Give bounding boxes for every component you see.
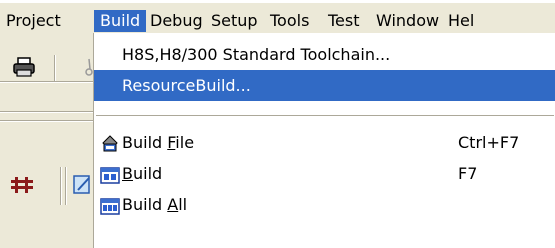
menu-item-label: Build [122, 164, 163, 183]
build-file-icon [100, 133, 120, 153]
menu-debug[interactable]: Debug [144, 10, 209, 32]
menu-item-label: H8S,H8/300 Standard Toolchain... [122, 45, 391, 64]
toolbar-separator-highlight [55, 55, 56, 81]
menu-build[interactable]: Build [94, 10, 147, 32]
menu-item-label: ResourceBuild... [122, 76, 251, 95]
menu-tools[interactable]: Tools [264, 10, 315, 32]
menu-item-build-file[interactable]: Build File Ctrl+F7 [94, 127, 555, 158]
toolbar-tool-icon[interactable] [10, 176, 34, 200]
menu-item-label: Build File [122, 133, 195, 152]
menu-separator [96, 115, 554, 116]
menu-bar: Project Build Debug Setup Tools Test Win… [0, 0, 555, 33]
toolbar-edit-icon[interactable] [72, 174, 93, 200]
menu-item-shortcut: F7 [458, 164, 478, 183]
build-all-icon [100, 195, 120, 215]
menu-project[interactable]: Project [0, 10, 67, 32]
menu-item-build[interactable]: Build F7 [94, 158, 555, 189]
menu-window[interactable]: Window [370, 10, 445, 32]
menu-item-build-all[interactable]: Build All [94, 189, 555, 220]
menu-item-resource-build[interactable]: ResourceBuild... [94, 70, 555, 101]
toolbar-area [0, 33, 93, 248]
menu-setup[interactable]: Setup [205, 10, 264, 32]
menu-test[interactable]: Test [322, 10, 366, 32]
menu-item-standard-toolchain[interactable]: H8S,H8/300 Standard Toolchain... [94, 39, 555, 70]
cut-icon[interactable] [84, 57, 93, 81]
menu-item-label: Build All [122, 195, 188, 214]
menu-item-shortcut: Ctrl+F7 [458, 133, 520, 152]
printer-icon[interactable] [13, 57, 35, 81]
toolbar-divider-highlight [0, 82, 93, 83]
toolbar-separator-highlight [61, 167, 62, 205]
toolbar-separator-highlight [66, 167, 67, 205]
toolbar-divider-highlight [0, 112, 93, 113]
build-icon [100, 164, 120, 184]
build-menu-dropdown: H8S,H8/300 Standard Toolchain... Resourc… [93, 33, 555, 248]
menu-help[interactable]: Hel [442, 10, 555, 32]
toolbar-divider-highlight [0, 121, 93, 122]
